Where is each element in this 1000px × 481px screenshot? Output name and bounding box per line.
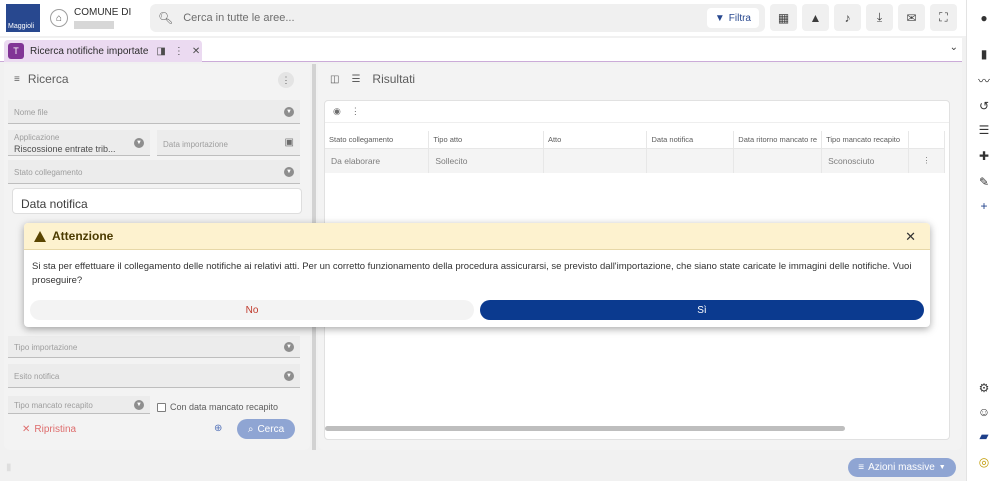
yes-button[interactable]: Sì — [480, 300, 924, 320]
help-icon[interactable]: ◎ — [976, 454, 992, 470]
history-icon[interactable]: ↺ — [976, 98, 992, 114]
add-icon[interactable]: + — [976, 198, 992, 214]
close-dialog-icon[interactable]: ✕ — [905, 229, 916, 245]
accessibility-icon[interactable]: ☺ — [976, 404, 992, 420]
bookmark-icon[interactable]: ▮ — [976, 46, 992, 62]
no-button[interactable]: No — [30, 300, 474, 320]
plugin-icon[interactable]: ✚ — [976, 148, 992, 164]
dialog-buttons: No Sì — [24, 300, 930, 322]
right-sidebar: ● ▮ 〰 ↺ ☰ ✚ ✎ + ⚙ ☺ ▰ ◎ — [966, 0, 1000, 481]
checklist-icon[interactable]: ☰ — [976, 122, 992, 138]
dialog-message: Si sta per effettuare il collegamento de… — [32, 261, 912, 286]
account-icon[interactable]: ● — [976, 10, 992, 26]
chat-icon[interactable]: ▰ — [976, 428, 992, 444]
dialog-header: Attenzione ✕ — [24, 223, 930, 250]
report-icon[interactable]: ✎ — [976, 174, 992, 190]
warning-dialog: Attenzione ✕ Si sta per effettuare il co… — [24, 223, 930, 327]
gear-icon[interactable]: ⚙ — [976, 380, 992, 396]
dialog-title: Attenzione — [52, 229, 114, 243]
warning-icon — [34, 230, 46, 242]
trend-icon[interactable]: 〰 — [976, 72, 992, 88]
